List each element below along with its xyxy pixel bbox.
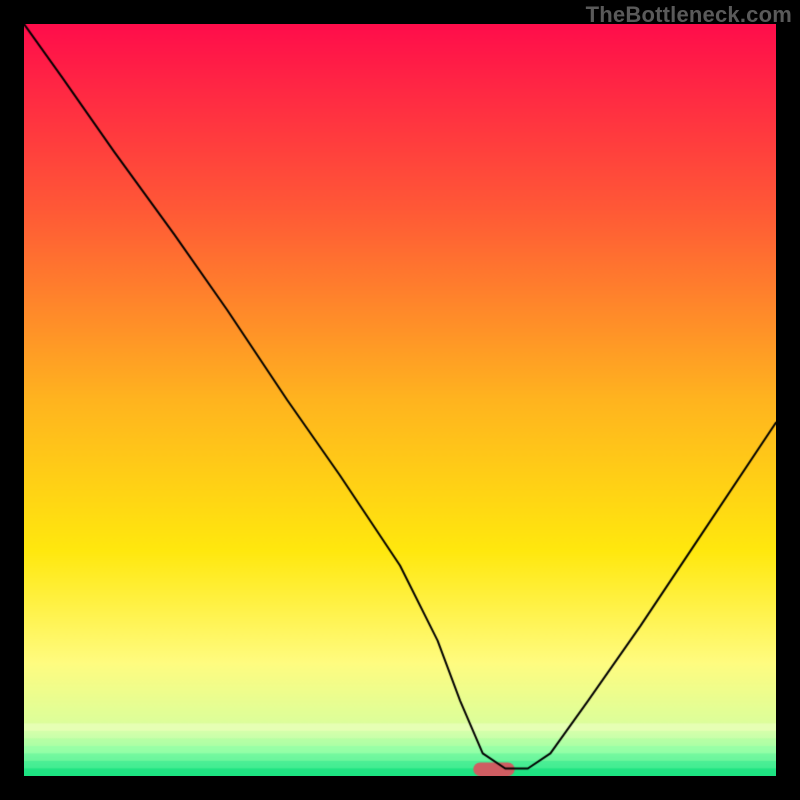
chart-frame: TheBottleneck.com	[0, 0, 800, 800]
watermark-label: TheBottleneck.com	[586, 2, 792, 28]
bottleneck-chart-canvas	[24, 24, 776, 776]
plot-area	[24, 24, 776, 776]
